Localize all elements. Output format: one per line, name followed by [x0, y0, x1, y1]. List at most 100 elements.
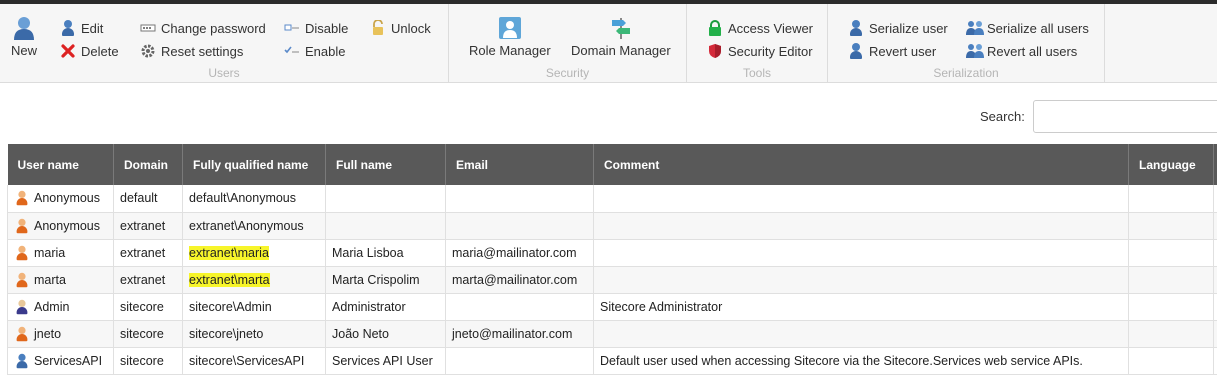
tools-group: Access Viewer Security Editor Tools: [687, 4, 828, 83]
column-header-language[interactable]: Language: [1128, 144, 1214, 185]
cell-full-name[interactable]: João Neto: [325, 320, 446, 348]
disable-button[interactable]: Disable: [284, 20, 348, 36]
cell-fully-qualified-name[interactable]: sitecore\ServicesAPI: [182, 347, 326, 375]
enable-label: Enable: [305, 43, 346, 59]
table-row[interactable]: Anonymous default default\Anonymous: [7, 185, 1217, 213]
serialize-user-label: Serialize user: [869, 20, 948, 36]
cell-fully-qualified-name[interactable]: extranet\maria: [182, 239, 326, 267]
unlock-label: Unlock: [391, 20, 431, 36]
column-header-comment[interactable]: Comment: [593, 144, 1129, 185]
users-group: New Edit Delete Change password Reset se…: [0, 4, 449, 83]
fqn-text: default\Anonymous: [189, 191, 297, 206]
table-row[interactable]: ServicesAPI sitecore sitecore\ServicesAPI S…: [7, 347, 1217, 375]
role-manager-button[interactable]: Role Manager: [469, 16, 551, 58]
user-orange-icon: [15, 272, 29, 287]
delete-button[interactable]: Delete: [60, 43, 119, 59]
table-row[interactable]: marta extranet extranet\marta Marta Crispol…: [7, 266, 1217, 294]
domain-manager-button[interactable]: Domain Manager: [571, 16, 671, 58]
cell-language[interactable]: [1128, 320, 1214, 348]
cell-email[interactable]: [445, 212, 594, 240]
cell-comment[interactable]: Sitecore Administrator: [593, 293, 1129, 321]
search-bar: Search:: [980, 100, 1217, 133]
unlock-padlock-icon: [370, 19, 386, 36]
cell-full-name[interactable]: [325, 212, 446, 240]
user-name-text: Anonymous: [34, 191, 101, 206]
cell-language[interactable]: [1128, 347, 1214, 375]
password-field-icon: [140, 20, 156, 36]
tools-group-label: Tools: [742, 66, 771, 80]
enable-button[interactable]: Enable: [284, 43, 345, 59]
cell-user-name[interactable]: maria: [7, 239, 114, 267]
cell-fully-qualified-name[interactable]: extranet\Anonymous: [182, 212, 326, 240]
cell-email[interactable]: [445, 185, 594, 213]
cell-language[interactable]: [1128, 239, 1214, 267]
column-header-full-name[interactable]: Full name: [325, 144, 446, 185]
cell-fully-qualified-name[interactable]: sitecore\Admin: [182, 293, 326, 321]
cell-user-name[interactable]: jneto: [7, 320, 114, 348]
edit-button[interactable]: Edit: [60, 20, 103, 36]
cell-fully-qualified-name[interactable]: sitecore\jneto: [182, 320, 326, 348]
reset-settings-button[interactable]: Reset settings: [140, 43, 243, 59]
cell-domain[interactable]: default: [113, 185, 183, 213]
revert-all-users-button[interactable]: Revert all users: [966, 43, 1077, 59]
cell-email[interactable]: [445, 293, 594, 321]
column-header-domain[interactable]: Domain: [113, 144, 183, 185]
new-user-button[interactable]: New: [8, 16, 40, 58]
cell-comment[interactable]: [593, 320, 1129, 348]
table-row[interactable]: Anonymous extranet extranet\Anonymous: [7, 212, 1217, 240]
cell-user-name[interactable]: Admin: [7, 293, 114, 321]
cell-full-name[interactable]: Services API User: [325, 347, 446, 375]
column-header-user-name[interactable]: User name: [7, 144, 114, 185]
cell-domain[interactable]: extranet: [113, 266, 183, 294]
cell-user-name[interactable]: Anonymous: [7, 185, 114, 213]
cell-full-name[interactable]: Administrator: [325, 293, 446, 321]
cell-email[interactable]: [445, 347, 594, 375]
access-viewer-button[interactable]: Access Viewer: [707, 20, 813, 36]
change-password-button[interactable]: Change password: [140, 20, 266, 36]
cell-domain[interactable]: sitecore: [113, 293, 183, 321]
users-table: User name Domain Fully qualified name Fu…: [7, 144, 1217, 375]
cell-domain[interactable]: sitecore: [113, 347, 183, 375]
security-group-label: Security: [545, 66, 590, 80]
cell-user-name[interactable]: ServicesAPI: [7, 347, 114, 375]
cell-domain[interactable]: extranet: [113, 239, 183, 267]
table-row[interactable]: maria extranet extranet\maria Maria Lisboa m…: [7, 239, 1217, 267]
cell-email[interactable]: marta@mailinator.com: [445, 266, 594, 294]
cell-language[interactable]: [1128, 293, 1214, 321]
cell-comment[interactable]: [593, 185, 1129, 213]
serialize-all-users-button[interactable]: Serialize all users: [966, 20, 1089, 36]
cell-domain[interactable]: extranet: [113, 212, 183, 240]
cell-full-name[interactable]: Marta Crispolim: [325, 266, 446, 294]
cell-fully-qualified-name[interactable]: extranet\marta: [182, 266, 326, 294]
fqn-text: extranet\maria: [189, 245, 269, 260]
cell-full-name[interactable]: [325, 185, 446, 213]
access-viewer-lock-icon: [707, 20, 723, 36]
cell-user-name[interactable]: Anonymous: [7, 212, 114, 240]
cell-full-name[interactable]: Maria Lisboa: [325, 239, 446, 267]
cell-fully-qualified-name[interactable]: default\Anonymous: [182, 185, 326, 213]
user-orange-icon: [15, 245, 29, 260]
cell-comment[interactable]: [593, 239, 1129, 267]
cell-user-name[interactable]: marta: [7, 266, 114, 294]
cell-comment[interactable]: [593, 266, 1129, 294]
cell-comment[interactable]: Default user used when accessing Sitecor…: [593, 347, 1129, 375]
table-row[interactable]: jneto sitecore sitecore\jneto João Neto jnet…: [7, 320, 1217, 348]
column-header-email[interactable]: Email: [445, 144, 594, 185]
search-input[interactable]: [1032, 100, 1217, 133]
cell-domain[interactable]: sitecore: [113, 320, 183, 348]
column-header-fully-qualified-name[interactable]: Fully qualified name: [182, 144, 326, 185]
cell-language[interactable]: [1128, 212, 1214, 240]
unlock-button[interactable]: Unlock: [370, 19, 431, 36]
fqn-text: sitecore\jneto: [189, 326, 264, 341]
cell-overflow: [1213, 293, 1217, 321]
cell-language[interactable]: [1128, 266, 1214, 294]
fqn-text: sitecore\Admin: [189, 299, 272, 314]
revert-user-button[interactable]: Revert user: [848, 43, 936, 59]
security-editor-button[interactable]: Security Editor: [707, 43, 813, 59]
serialize-user-button[interactable]: Serialize user: [848, 20, 948, 36]
cell-comment[interactable]: [593, 212, 1129, 240]
cell-email[interactable]: jneto@mailinator.com: [445, 320, 594, 348]
cell-email[interactable]: maria@mailinator.com: [445, 239, 594, 267]
table-row[interactable]: Admin sitecore sitecore\Admin Administrator…: [7, 293, 1217, 321]
cell-language[interactable]: [1128, 185, 1214, 213]
